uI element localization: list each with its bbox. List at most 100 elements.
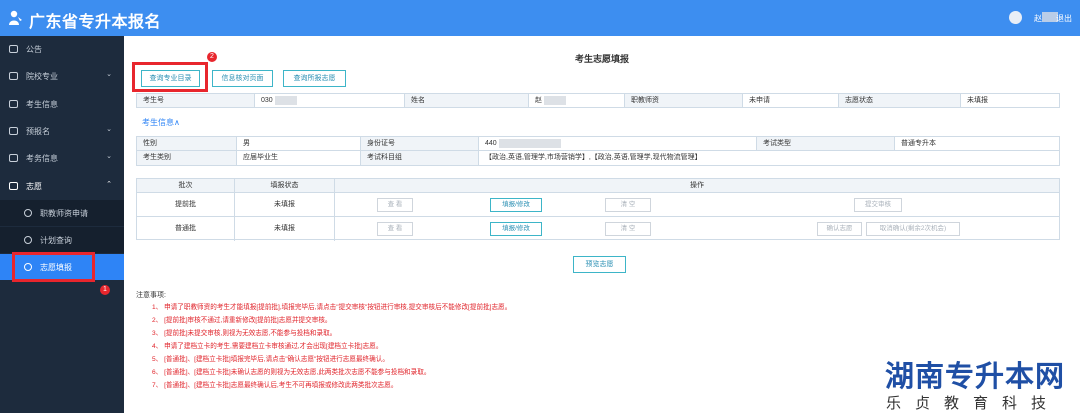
highlight-box-query-major — [132, 62, 208, 92]
submit-review-button[interactable]: 提交审核 — [854, 198, 902, 212]
sidebar-item-schools[interactable]: 院校专业 ⌄ — [0, 63, 124, 89]
watermark-title: 湖南专升本网 — [885, 359, 1066, 393]
gender-label: 性别 — [137, 137, 237, 150]
note-item: 5、 [普通批]、[建档立卡批]填报完毕后,请点击"确认志愿"按钮进行志愿最终确… — [152, 356, 389, 363]
sidebar-item-student-info[interactable]: 考生信息 — [0, 91, 124, 117]
name-value: 赵 — [535, 97, 542, 104]
teacher-apply-icon — [24, 209, 32, 217]
sidebar-item-volunteer[interactable]: 志愿 ⌃ — [0, 173, 124, 199]
subjects-label: 考试科目组 — [361, 151, 479, 165]
note-item: 7、 [普通批]、[建档立卡批]志愿最终确认后,考生不可再填报或修改此两类批次志… — [152, 382, 398, 389]
logout-link[interactable]: 退出 — [1056, 13, 1072, 24]
notice-icon — [9, 45, 18, 53]
teacher-value: 未申请 — [743, 94, 839, 107]
note-item: 6、 [普通批]、[建档立卡批]未确认志愿的则视为无效志愿,此两类批次志愿不能参… — [152, 369, 431, 376]
top-bar: 广东省专升本报名 赵 退出 — [0, 0, 1080, 36]
sidebar-subitem-teacher-apply[interactable]: 职教师资申请 — [0, 200, 124, 226]
volunteer-ops-table: 批次 填报状态 操作 提前批 未填报 查 看 填报/修改 清 空 提交审核 普通… — [136, 178, 1060, 241]
masked-value — [544, 95, 566, 105]
cancel-confirm-button[interactable]: 取消确认(剩余2次机会) — [866, 222, 960, 236]
exam-no-label: 考生号 — [137, 94, 255, 107]
note-item: 2、 [提前批]审核不通过,请重新修改[提前批]志愿并提交审核。 — [152, 317, 332, 324]
fill-edit-button[interactable]: 填报/修改 — [490, 222, 542, 236]
sidebar-item-label: 院校专业 — [26, 72, 58, 81]
info-check-button[interactable]: 信息核对页面 — [212, 70, 273, 87]
school-icon — [9, 72, 18, 80]
actions-cell: 查 看 填报/修改 清 空 确认志愿 取消确认(剩余2次机会) — [335, 217, 1059, 241]
clear-button[interactable]: 清 空 — [605, 198, 651, 212]
sidebar: 公告 院校专业 ⌄ 考生信息 预报名 ⌄ 考务信息 ⌄ 志愿 ⌃ 职教师资申请 … — [0, 36, 124, 413]
user-avatar-icon[interactable] — [1009, 11, 1022, 24]
logo-icon — [9, 10, 22, 25]
student-info-toggle[interactable]: 考生信息∧ — [142, 117, 180, 128]
sidebar-subitem-plan-query[interactable]: 计划查询 — [0, 227, 124, 253]
fill-status: 未填报 — [235, 193, 335, 216]
badge-number-two: 2 — [207, 52, 217, 62]
info-row-1: 性别 男 身份证号 440 考试类型 普通专升本 — [136, 136, 1060, 151]
subjects-value: 【政治,英语,管理学,市场营销学】,【政治,英语,管理学,现代物流管理】 — [485, 154, 702, 161]
exam-type-value: 普通专升本 — [901, 140, 936, 147]
volunteer-icon — [9, 182, 18, 190]
page-title: 考生志愿填报 — [574, 54, 629, 64]
exam-info-icon — [9, 154, 18, 162]
category-value: 应届毕业生 — [237, 151, 361, 165]
note-item: 3、 [提前批]未提交审核,则视为无效志愿,不能参与投档和录取。 — [152, 330, 337, 337]
info-row-2: 考生类别 应届毕业生 考试科目组 【政治,英语,管理学,市场营销学】,【政治,英… — [136, 151, 1060, 166]
summary-row: 考生号 030 姓名 赵 职教师资 未申请 志愿状态 未填报 — [136, 93, 1060, 108]
teacher-label: 职教师资 — [625, 94, 743, 107]
name-label: 姓名 — [405, 94, 529, 107]
ops-row-early: 提前批 未填报 查 看 填报/修改 清 空 提交审核 — [137, 193, 1059, 217]
ops-header-row: 批次 填报状态 操作 — [137, 179, 1059, 193]
masked-value — [274, 95, 297, 105]
exam-no-field: 030 — [255, 94, 405, 107]
highlight-box-sidebar — [12, 252, 95, 282]
name-field: 赵 — [529, 94, 625, 107]
confirm-volunteer-button[interactable]: 确认志愿 — [817, 222, 862, 236]
view-button[interactable]: 查 看 — [377, 222, 413, 236]
user-name: 赵 — [1034, 14, 1042, 23]
sidebar-subitem-label: 职教师资申请 — [40, 209, 88, 218]
status-header: 填报状态 — [235, 179, 335, 192]
ops-row-normal: 普通批 未填报 查 看 填报/修改 清 空 确认志愿 取消确认(剩余2次机会) — [137, 217, 1059, 241]
exam-type-label: 考试类型 — [757, 137, 895, 150]
note-item: 4、 申请了建档立卡的考生,需要建档立卡审核通过,才会出现[建档立卡批]志愿。 — [152, 343, 383, 350]
masked-value — [498, 138, 561, 148]
sidebar-item-label: 考生信息 — [26, 100, 58, 109]
status-label: 志愿状态 — [839, 94, 961, 107]
batch-name: 提前批 — [137, 193, 235, 216]
clear-button[interactable]: 清 空 — [605, 222, 651, 236]
batch-header: 批次 — [137, 179, 235, 192]
batch-name: 普通批 — [137, 217, 235, 241]
query-volunteer-button[interactable]: 查询所报志愿 — [283, 70, 346, 87]
id-label: 身份证号 — [361, 137, 479, 150]
chevron-down-icon: ⌄ — [106, 153, 112, 160]
status-value: 未填报 — [967, 97, 988, 104]
note-item: 1、 申请了职教师资的考生才能填报[提前批],填报完毕后,请点击"提交审核"按钮… — [152, 304, 512, 311]
preview-volunteer-button[interactable]: 预览志愿 — [573, 256, 626, 273]
id-field: 440 — [479, 137, 757, 150]
app-title: 广东省专升本报名 — [29, 14, 162, 31]
chevron-up-icon: ⌃ — [106, 181, 112, 188]
gender-value: 男 — [237, 137, 361, 150]
fill-edit-button[interactable]: 填报/修改 — [490, 198, 542, 212]
user-info-icon — [9, 100, 18, 108]
exam-no-value: 030 — [261, 97, 273, 104]
fill-status: 未填报 — [235, 217, 335, 241]
pre-register-icon — [9, 127, 18, 135]
action-header: 操作 — [690, 182, 704, 189]
sidebar-subitem-label: 计划查询 — [40, 236, 72, 245]
sidebar-item-pre-register[interactable]: 预报名 ⌄ — [0, 118, 124, 144]
watermark-subtitle: 乐贞教育科技 — [886, 394, 1061, 412]
plan-query-icon — [24, 236, 32, 244]
actions-cell: 查 看 填报/修改 清 空 提交审核 — [335, 193, 1059, 216]
category-label: 考生类别 — [137, 151, 237, 165]
view-button[interactable]: 查 看 — [377, 198, 413, 212]
chevron-down-icon: ⌄ — [106, 71, 112, 78]
notes-title: 注意事项: — [136, 292, 166, 299]
sidebar-item-label: 公告 — [26, 45, 42, 54]
badge-number-one: 1 — [100, 285, 110, 295]
chevron-down-icon: ⌄ — [106, 126, 112, 133]
sidebar-item-exam-info[interactable]: 考务信息 ⌄ — [0, 145, 124, 171]
sidebar-item-notice[interactable]: 公告 — [0, 36, 124, 62]
sidebar-item-label: 预报名 — [26, 127, 50, 136]
